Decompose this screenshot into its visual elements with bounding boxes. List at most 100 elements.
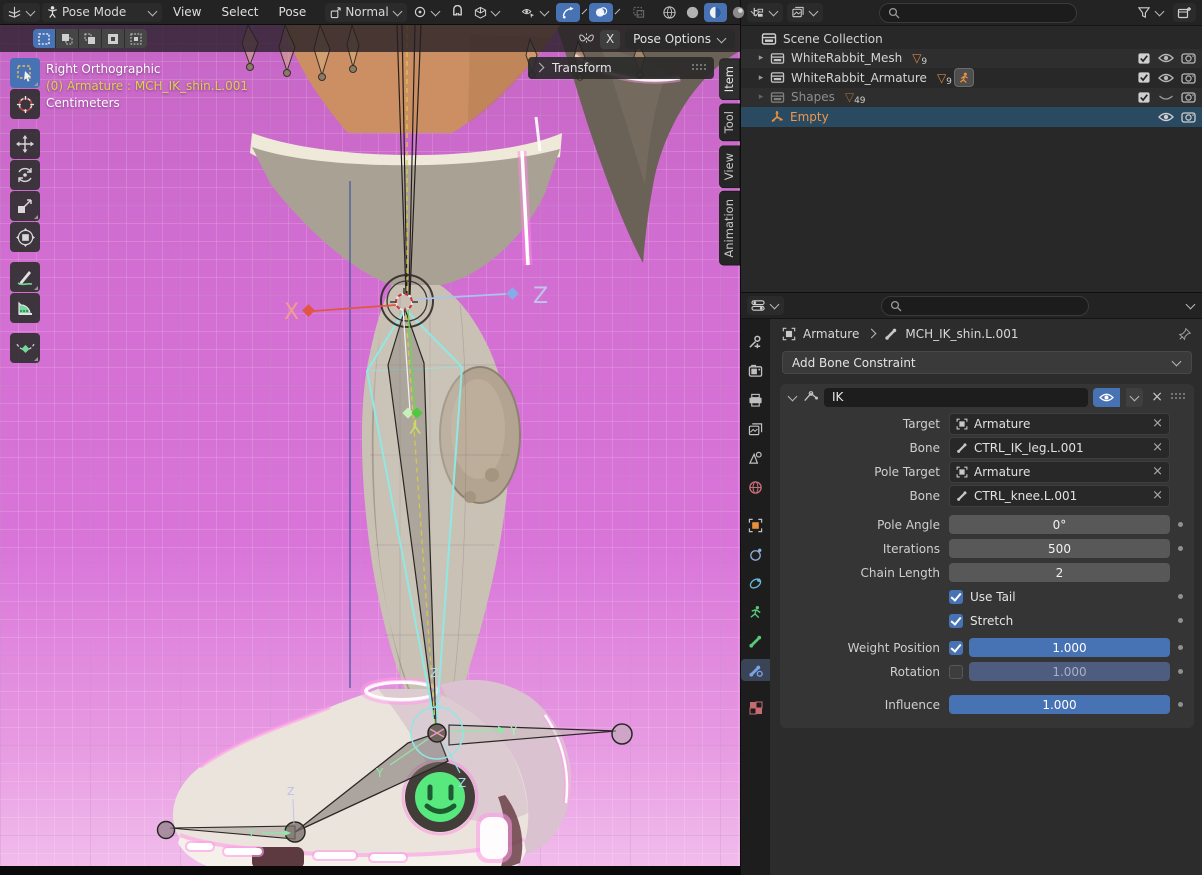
tab-object-properties[interactable] <box>741 514 770 536</box>
collapse-chevron-icon[interactable] <box>788 391 798 401</box>
chain-length-field[interactable]: 2 <box>949 563 1170 582</box>
decorator-dot[interactable] <box>1178 546 1183 551</box>
shading-material-button[interactable] <box>704 3 727 22</box>
pole-bone-field[interactable]: CTRL_knee.L.001 × <box>949 485 1170 507</box>
breadcrumb-object[interactable]: Armature <box>803 327 859 341</box>
tab-tool-properties[interactable] <box>741 331 770 353</box>
mode-dropdown[interactable]: Pose Mode <box>42 3 162 22</box>
pole-angle-field[interactable]: 0° <box>949 515 1170 534</box>
gizmo-z-handle[interactable] <box>506 287 519 300</box>
constraint-drag-handle[interactable] <box>1171 393 1187 401</box>
display-mode-dropdown[interactable] <box>787 3 823 22</box>
gizmo-x-handle[interactable] <box>302 304 315 317</box>
eye-icon[interactable] <box>1158 72 1174 84</box>
editor-type-button[interactable] <box>3 3 40 22</box>
select-mode-invert[interactable] <box>102 29 125 48</box>
checkbox-icon[interactable] <box>1137 52 1151 65</box>
camera-icon[interactable] <box>1181 72 1196 84</box>
pivot-dropdown[interactable] <box>409 3 445 22</box>
decorator-dot[interactable] <box>1178 702 1183 707</box>
target-object-field[interactable]: Armature × <box>949 413 1170 435</box>
camera-icon[interactable] <box>1181 111 1196 123</box>
disclosure-icon[interactable]: ▸ <box>755 53 767 63</box>
outliner-search[interactable] <box>879 3 1077 23</box>
tab-scene-properties[interactable] <box>741 447 770 469</box>
snap-toggle[interactable] <box>447 3 468 22</box>
menu-pose[interactable]: Pose <box>270 0 316 25</box>
tab-output-properties[interactable] <box>741 389 770 411</box>
chevron-down-icon[interactable] <box>614 8 620 14</box>
tool-move[interactable] <box>10 129 40 159</box>
tab-bone-properties[interactable] <box>741 630 770 652</box>
rotation-checkbox[interactable] <box>949 665 963 679</box>
ik-panel-header[interactable]: IK × <box>780 384 1194 410</box>
tool-transform[interactable] <box>10 222 40 252</box>
clear-icon[interactable]: × <box>1152 464 1163 479</box>
eye-closed-icon[interactable] <box>1158 91 1174 103</box>
constraint-name-field[interactable]: IK <box>824 388 1088 407</box>
shading-rendered-button[interactable] <box>727 3 750 22</box>
clear-icon[interactable]: × <box>1152 440 1163 455</box>
tab-view-layer-properties[interactable] <box>741 418 770 440</box>
show-gizmo-toggle[interactable] <box>556 3 580 22</box>
tab-armature-data-properties[interactable] <box>741 601 770 623</box>
transform-panel-header[interactable]: Transform <box>528 57 714 79</box>
orientation-dropdown[interactable]: Normal <box>325 3 406 22</box>
select-mode-set[interactable] <box>33 29 56 48</box>
properties-search[interactable] <box>881 296 1089 316</box>
snap-target-dropdown[interactable] <box>470 3 505 22</box>
select-mode-intersect[interactable] <box>125 29 147 48</box>
influence-slider[interactable]: 1.000 <box>949 695 1170 714</box>
clear-icon[interactable]: × <box>1152 488 1163 503</box>
decorator-dot[interactable] <box>1178 645 1183 650</box>
mirror-x-button[interactable]: X <box>600 30 620 49</box>
tool-cursor[interactable] <box>10 89 40 119</box>
heel-bone-tail[interactable] <box>612 724 632 744</box>
decorator-dot[interactable] <box>1178 594 1183 599</box>
weight-position-checkbox[interactable] <box>949 641 963 655</box>
weight-position-slider[interactable]: 1.000 <box>969 638 1170 657</box>
outliner-row-scene-collection[interactable]: Scene Collection <box>741 29 1202 49</box>
chevron-down-icon[interactable] <box>1186 300 1196 310</box>
select-mode-extend[interactable] <box>56 29 79 48</box>
tab-item[interactable]: Item <box>719 58 740 100</box>
outliner-row-armature-collection[interactable]: ▸ WhiteRabbit_Armature ▽9 <box>741 68 1202 88</box>
pose-options-dropdown[interactable]: Pose Options <box>625 29 735 49</box>
shading-wireframe-button[interactable] <box>658 3 681 22</box>
stretch-checkbox[interactable] <box>949 614 963 628</box>
tool-annotate[interactable] <box>10 262 40 292</box>
tool-breakdowner[interactable] <box>10 333 40 363</box>
shading-solid-button[interactable] <box>681 3 704 22</box>
camera-icon[interactable] <box>1181 91 1196 103</box>
tool-select-box[interactable] <box>10 58 40 88</box>
tab-view[interactable]: View <box>719 145 740 188</box>
new-collection-button[interactable] <box>1173 3 1196 22</box>
camera-icon[interactable] <box>1181 52 1196 64</box>
properties-editor-type-button[interactable] <box>747 296 784 315</box>
tab-world-properties[interactable] <box>741 476 770 498</box>
chevron-down-icon[interactable] <box>581 8 587 14</box>
outliner-row-shapes-collection[interactable]: ▸ Shapes ▽49 <box>741 88 1202 108</box>
pole-target-field[interactable]: Armature × <box>949 461 1170 483</box>
tab-render-properties[interactable] <box>741 360 770 382</box>
bone-field[interactable]: CTRL_IK_leg.L.001 × <box>949 437 1170 459</box>
iterations-field[interactable]: 500 <box>949 539 1170 558</box>
disclosure-icon[interactable]: ▸ <box>755 92 767 102</box>
3d-viewport[interactable]: X Z Y Z Y Y Z Z <box>0 25 740 875</box>
eye-icon[interactable] <box>1158 111 1174 123</box>
tool-scale[interactable] <box>10 191 40 221</box>
gizmo-visibility-dropdown[interactable] <box>517 3 554 22</box>
decorator-dot[interactable] <box>1178 522 1183 527</box>
pin-icon[interactable] <box>1178 327 1192 341</box>
checkbox-icon[interactable] <box>1137 71 1151 84</box>
drag-handle[interactable] <box>692 64 708 72</box>
use-tail-checkbox[interactable] <box>949 590 963 604</box>
tab-animation[interactable]: Animation <box>719 191 740 266</box>
constraint-delete-button[interactable]: × <box>1148 389 1166 405</box>
eye-icon[interactable] <box>1158 52 1174 64</box>
tool-rotate[interactable] <box>10 160 40 190</box>
chevron-down-icon[interactable] <box>750 6 760 16</box>
xray-toggle[interactable] <box>628 3 650 22</box>
checkbox-icon[interactable] <box>1137 91 1151 104</box>
disclosure-icon[interactable]: ▸ <box>755 73 767 83</box>
